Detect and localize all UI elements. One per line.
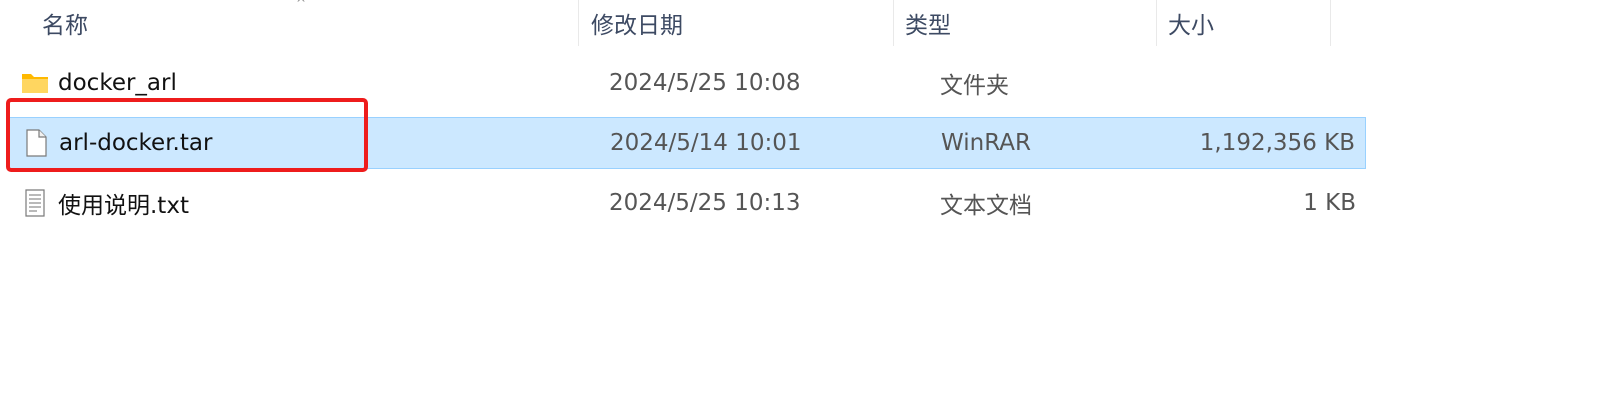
file-type: 文本文档	[940, 193, 1032, 219]
column-header-type[interactable]: 类型	[905, 0, 951, 46]
column-divider[interactable]	[578, 0, 579, 46]
file-size: 1,192,356 KB	[1199, 130, 1355, 156]
file-name: 使用说明.txt	[58, 193, 189, 219]
file-row-readme-txt[interactable]: 使用说明.txt 2024/5/25 10:13 文本文档 1 KB	[8, 177, 1366, 229]
file-size: 1 KB	[1303, 190, 1356, 216]
file-date: 2024/5/25 10:08	[609, 70, 801, 96]
column-header-bar: 名称 ^ 修改日期 类型 大小	[0, 0, 1372, 46]
column-divider[interactable]	[1330, 0, 1331, 46]
red-highlight-annotation	[6, 98, 368, 172]
column-divider[interactable]	[1156, 0, 1157, 46]
folder-icon	[22, 74, 48, 93]
column-header-date[interactable]: 修改日期	[591, 0, 683, 46]
file-date: 2024/5/25 10:13	[609, 190, 801, 216]
file-type: WinRAR	[941, 130, 1031, 156]
file-type: 文件夹	[940, 73, 1009, 99]
text-file-icon	[25, 189, 45, 217]
sort-indicator-icon: ^	[296, 0, 307, 10]
column-header-size[interactable]: 大小	[1168, 0, 1214, 46]
column-header-name[interactable]: 名称	[42, 0, 88, 46]
column-divider[interactable]	[893, 0, 894, 46]
file-date: 2024/5/14 10:01	[610, 130, 802, 156]
